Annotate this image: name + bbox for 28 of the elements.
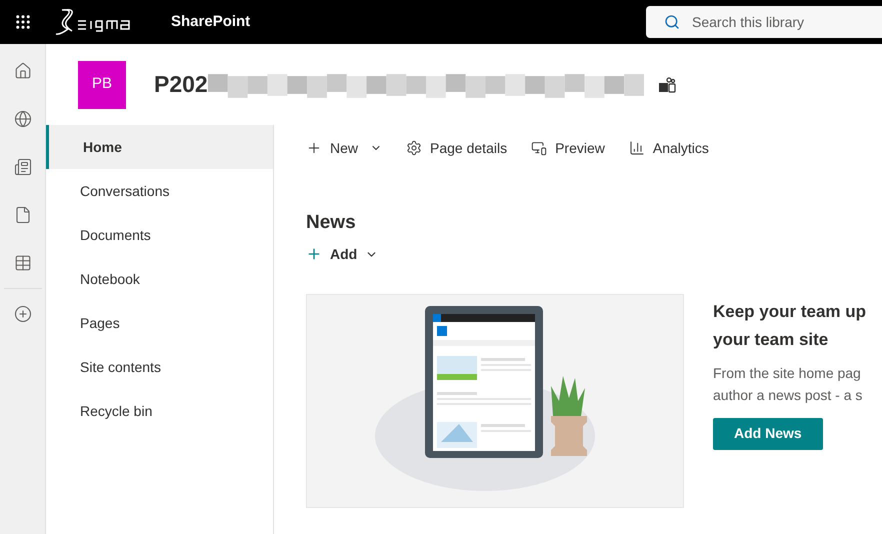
nav-link[interactable]: Site contents	[46, 345, 273, 389]
nav-link[interactable]: Conversations	[46, 169, 273, 213]
teams-icon	[658, 76, 676, 92]
search-icon	[664, 14, 680, 30]
nav-link[interactable]: Notebook	[46, 257, 273, 301]
promo-heading: Keep your team up your team site	[713, 300, 866, 350]
add-news-button[interactable]: Add News	[713, 418, 823, 450]
devices-icon	[531, 140, 548, 156]
gear-icon	[406, 140, 422, 156]
promo-text: From the site home pag author a news post - a s	[713, 364, 862, 405]
app-title[interactable]: SharePoint	[171, 10, 250, 34]
nav-link[interactable]: Recycle bin	[46, 389, 273, 433]
command-button[interactable]: Preview	[531, 138, 605, 158]
site-logo: PB	[78, 60, 126, 108]
section-title: News	[306, 211, 356, 235]
plus-icon	[306, 140, 322, 156]
plus-icon	[306, 246, 322, 262]
nav-link[interactable]: Home	[46, 125, 273, 169]
search-input[interactable]: Search this library	[692, 12, 868, 32]
search-box[interactable]: Search this library	[646, 6, 882, 38]
command-button[interactable]: Analytics	[628, 138, 709, 158]
command-button[interactable]: New	[306, 138, 382, 158]
nav-link[interactable]: Documents	[46, 213, 273, 257]
command-button[interactable]: Page details	[406, 138, 508, 158]
nav-link[interactable]: Pages	[46, 301, 273, 345]
site-title: P202	[154, 70, 208, 100]
add-button[interactable]: Add	[306, 244, 378, 264]
chart-icon	[628, 140, 645, 156]
